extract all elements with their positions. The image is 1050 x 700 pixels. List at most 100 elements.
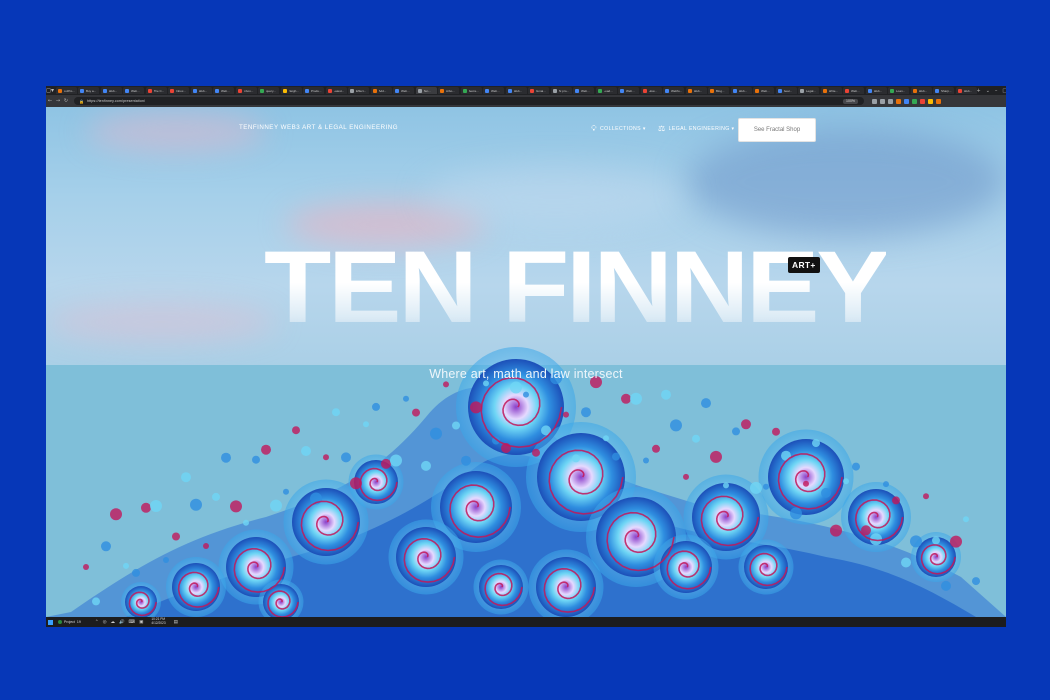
volume-icon[interactable]: 🔊 xyxy=(119,620,125,625)
browser-tab[interactable]: Web... xyxy=(843,87,864,94)
cloud-icon[interactable]: ☁ xyxy=(111,620,116,625)
extension-icon[interactable] xyxy=(936,98,941,104)
browser-tab[interactable]: Web... xyxy=(123,87,144,94)
minimize-icon[interactable]: – xyxy=(995,88,998,94)
see-fractal-shop-button[interactable]: See Fractal Shop xyxy=(738,118,816,142)
browser-tab[interactable]: Web... xyxy=(685,87,707,94)
tray-expand-icon[interactable]: ⌃ xyxy=(95,620,99,625)
fractal-filigree xyxy=(910,535,922,548)
fractal-filigree xyxy=(421,460,431,471)
tab-title: Web... xyxy=(738,88,748,93)
tab-title: Web... xyxy=(761,88,770,93)
browser-tab[interactable]: Web... xyxy=(618,87,639,94)
keyboard-icon[interactable]: ⌨ xyxy=(129,620,136,625)
hero-tagline: Where art, math and law intersect xyxy=(429,367,623,381)
tab-list-icon[interactable]: ⌄ xyxy=(986,88,990,94)
tab-title: Gmai... xyxy=(536,88,546,93)
tab-title: Web... xyxy=(108,88,118,93)
menu-collections[interactable]: 💡︎ COLLECTIONS ▾ xyxy=(591,124,646,134)
zoom-indicator[interactable]: 100% xyxy=(843,98,858,104)
browser-tab[interactable]: Webfo... xyxy=(663,87,684,94)
browser-tab[interactable]: Web... xyxy=(573,87,594,94)
taskbar-app[interactable]: Project 19 xyxy=(58,620,81,624)
browser-tab[interactable]: Sear... xyxy=(775,87,797,94)
browser-tab[interactable]: Effect... xyxy=(348,87,369,94)
start-button[interactable] xyxy=(46,617,55,627)
browser-tab[interactable]: Write... xyxy=(820,87,842,94)
browser-tab[interactable]: Add... xyxy=(370,87,392,94)
browser-tab[interactable]: Web... xyxy=(393,87,414,94)
browser-tab[interactable]: Loan... xyxy=(888,87,909,94)
tab-title: Web... xyxy=(693,88,703,93)
tab-favicon-icon xyxy=(417,88,422,93)
tray-app-icon[interactable]: ◎ xyxy=(103,620,107,625)
browser-tab[interactable]: Blog... xyxy=(708,87,729,94)
extension-icon[interactable] xyxy=(896,98,901,104)
tab-title: Buy a... xyxy=(86,88,97,93)
browser-tab[interactable]: Buy a... xyxy=(78,87,99,94)
tab-favicon-icon xyxy=(890,88,894,93)
fractal-filigree xyxy=(230,500,242,513)
browser-tab[interactable]: Gmai... xyxy=(528,87,549,94)
browser-tab[interactable]: Web... xyxy=(865,87,887,94)
taskbar-app-count: 19 xyxy=(76,620,81,624)
extension-icon[interactable] xyxy=(928,98,933,104)
tab-title: Inbox... xyxy=(176,88,186,93)
tab-favicon-icon xyxy=(372,88,377,93)
browser-tab[interactable]: Produ... xyxy=(303,87,324,94)
browser-tab[interactable]: Web... xyxy=(955,87,977,94)
browser-tab[interactable]: query... xyxy=(258,87,279,94)
browser-tab[interactable]: Web... xyxy=(730,87,752,94)
extension-icon[interactable] xyxy=(912,98,917,104)
tab-title: Inbox... xyxy=(243,88,254,93)
browser-tab[interactable]: Neigh... xyxy=(280,87,302,94)
tab-favicon-icon xyxy=(102,88,107,93)
browser-tab[interactable]: Web... xyxy=(505,87,527,94)
taskbar-clock[interactable]: 10:21 PM 4/12/2023 xyxy=(151,618,165,625)
url-field[interactable]: 🔒 https://tenfinney.com/presentation/ 10… xyxy=(74,97,864,105)
browser-tab[interactable]: Ten... xyxy=(415,87,437,94)
menu-legal-engineering[interactable]: ⚖ LEGAL ENGINEERING ▾ xyxy=(658,124,735,133)
new-tab-icon[interactable]: + xyxy=(977,88,981,94)
extension-icon[interactable] xyxy=(904,98,909,104)
browser-tab[interactable]: Load... xyxy=(595,87,617,94)
tab-favicon-icon xyxy=(620,88,624,93)
fractal-filigree xyxy=(901,557,911,568)
browser-tab[interactable]: Web... xyxy=(100,87,122,94)
fractal-filigree xyxy=(852,462,860,471)
fractal-filigree xyxy=(301,446,311,456)
browser-tab[interactable]: Secre... xyxy=(460,87,482,94)
browser-tab[interactable]: Sharp... xyxy=(933,87,954,94)
browser-tab[interactable]: Web... xyxy=(483,87,504,94)
browser-tab[interactable]: Arbo... xyxy=(438,87,459,94)
reload-icon[interactable]: ↻ xyxy=(62,95,70,107)
browser-tab[interactable]: Inbox... xyxy=(235,87,257,94)
extension-icon[interactable] xyxy=(888,98,893,104)
browser-tab[interactable]: outPro... xyxy=(55,87,77,94)
browser-tab[interactable]: AI pro... xyxy=(550,87,572,94)
browser-tab[interactable]: Web... xyxy=(910,87,932,94)
browser-tab[interactable]: Web... xyxy=(213,87,234,94)
fractal-filigree xyxy=(110,508,122,521)
extension-icon[interactable] xyxy=(920,98,925,104)
notification-icon[interactable]: ▤ xyxy=(174,620,178,625)
site-brand[interactable]: TENFINNEY WEB3 ART & LEGAL ENGINEERING xyxy=(239,124,398,131)
browser-tab[interactable]: Legal... xyxy=(798,87,819,94)
browser-tab[interactable]: Web... xyxy=(190,87,212,94)
browser-tab[interactable]: Latest... xyxy=(325,87,347,94)
fractal-filigree xyxy=(403,395,409,402)
extension-icon[interactable] xyxy=(880,98,885,104)
extension-icon[interactable] xyxy=(872,98,877,104)
display-icon[interactable]: ▣ xyxy=(139,620,143,625)
fractal-filigree xyxy=(332,408,340,417)
forward-icon[interactable]: → xyxy=(54,95,62,107)
tab-title: Web... xyxy=(131,88,140,93)
browser-tab[interactable]: Web... xyxy=(753,87,774,94)
extension-icons xyxy=(872,98,941,104)
maximize-icon[interactable]: □ xyxy=(1002,88,1006,94)
browser-tab[interactable]: The C... xyxy=(145,87,167,94)
browser-tab[interactable]: Inbox... xyxy=(168,87,189,94)
back-icon[interactable]: ← xyxy=(46,95,54,107)
browser-tab[interactable]: How... xyxy=(640,87,662,94)
tab-favicon-icon xyxy=(530,88,534,93)
